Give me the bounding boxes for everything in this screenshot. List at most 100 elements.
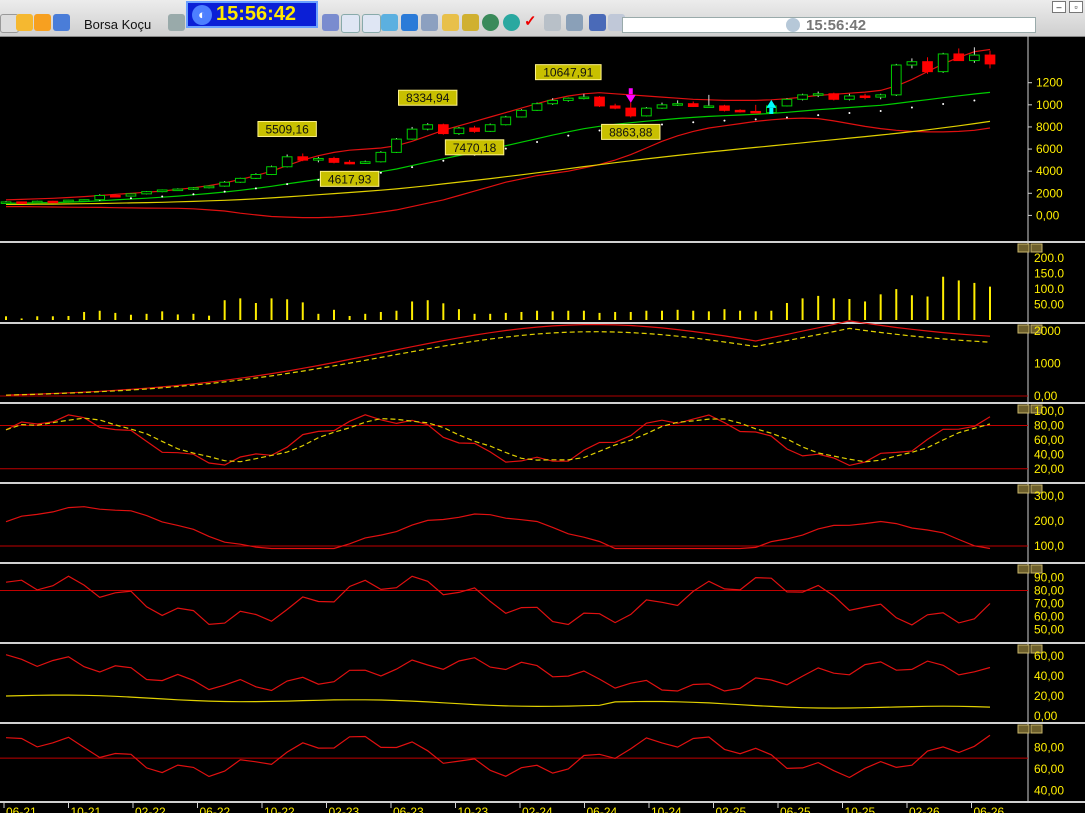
- candle: [125, 193, 137, 197]
- candle: [750, 110, 762, 114]
- restore-button[interactable]: ▫: [1069, 1, 1083, 13]
- trail-dot: [848, 112, 851, 115]
- candle: [859, 95, 871, 98]
- price-tick-label: 8000: [1036, 120, 1063, 134]
- save-icon[interactable]: [53, 14, 70, 31]
- candle: [203, 185, 215, 189]
- candle: [953, 53, 965, 62]
- clock-icon: ◐: [192, 4, 212, 25]
- candle: [547, 99, 559, 105]
- candle: [328, 157, 340, 163]
- time-axis-label: 06-26: [974, 805, 1005, 813]
- candle: [141, 191, 152, 195]
- indicator2-tick-label: 100,0: [1034, 404, 1064, 418]
- trail-dot: [567, 134, 570, 137]
- volume-tick-label: 150.0: [1034, 267, 1064, 281]
- trail-dot: [661, 123, 663, 126]
- trail-dot: [286, 183, 289, 186]
- candle: [313, 157, 324, 161]
- candle: [78, 199, 90, 202]
- candle: [516, 109, 527, 118]
- indicator4-line: [5, 575, 991, 626]
- candle: [656, 104, 668, 109]
- trail-dot: [879, 109, 882, 112]
- candle: [984, 54, 996, 65]
- time-axis-label: 06-21: [6, 805, 37, 813]
- candle: [625, 107, 637, 117]
- pane-settings-button[interactable]: [1017, 243, 1030, 253]
- trail-dot: [129, 197, 132, 200]
- clock-box: ◐ 15:56:42: [186, 1, 318, 28]
- pane-settings-button[interactable]: [1017, 484, 1030, 494]
- minimize-button[interactable]: –: [1052, 1, 1066, 13]
- trail-dot: [910, 106, 913, 109]
- price-tick-label: 4000: [1036, 164, 1063, 178]
- candle: [734, 109, 746, 113]
- check-icon[interactable]: ✓: [524, 14, 541, 31]
- news-icon[interactable]: [401, 14, 418, 31]
- pane-settings-button[interactable]: [1017, 324, 1030, 334]
- indicator5-line: [5, 654, 991, 692]
- portfolio-icon[interactable]: [566, 14, 583, 31]
- trail-dot: [161, 195, 164, 198]
- chart-type-icon[interactable]: [322, 14, 339, 31]
- indicator4-tick-label: 50,00: [1034, 623, 1064, 637]
- trail-dot: [192, 193, 195, 196]
- alert-icon[interactable]: [421, 14, 438, 31]
- price-tick-label: 6000: [1036, 142, 1063, 156]
- candle: [484, 124, 496, 132]
- time-axis-label: 02-24: [522, 805, 553, 813]
- folder-icon[interactable]: [16, 14, 33, 31]
- trail-dot: [442, 159, 445, 162]
- price-annotation: 5509,16: [265, 122, 309, 136]
- candle: [844, 95, 855, 100]
- app-title: Borsa Koçu: [84, 17, 152, 32]
- indicator4-tick-label: 80,00: [1034, 584, 1064, 598]
- time-axis-label: 02-26: [909, 805, 940, 813]
- globe-icon[interactable]: [482, 14, 499, 31]
- buy-arrow-icon: [766, 99, 777, 108]
- grid-icon[interactable]: [362, 14, 381, 33]
- clock-secondary: 15:56:42: [806, 17, 867, 34]
- indicator3-line: [5, 506, 991, 550]
- volume-tick-label: 50.00: [1034, 298, 1064, 312]
- network-icon[interactable]: [503, 14, 520, 31]
- trail-dot: [942, 102, 945, 105]
- trail-dot: [379, 171, 382, 174]
- pane-settings-button[interactable]: [1017, 564, 1030, 574]
- scales-icon[interactable]: [544, 14, 561, 31]
- candle: [719, 105, 730, 111]
- indicator3-tick-label: 100,0: [1034, 539, 1064, 553]
- candle: [281, 156, 293, 168]
- pane-settings-button[interactable]: [1017, 644, 1030, 654]
- indicator6-line: [5, 734, 991, 779]
- pane-settings-button[interactable]: [1017, 724, 1030, 734]
- indicator2-tick-label: 40,00: [1034, 447, 1064, 461]
- candle: [219, 181, 231, 187]
- pane-close-button[interactable]: [1030, 724, 1043, 734]
- indicator4-tick-label: 70,00: [1034, 597, 1064, 611]
- desktop-icon[interactable]: [589, 14, 606, 31]
- price-annotation: 8863,88: [609, 125, 653, 139]
- trail-dot: [598, 129, 601, 132]
- open-icon[interactable]: [34, 14, 51, 31]
- indicator-icon[interactable]: [381, 14, 398, 31]
- candle: [922, 61, 933, 73]
- indicator6-tick-label: 80,00: [1034, 740, 1064, 754]
- time-axis-label: 02-23: [329, 805, 360, 813]
- indicator3-tick-label: 300,0: [1034, 489, 1064, 503]
- candle: [797, 94, 808, 100]
- candle: [672, 103, 683, 106]
- indicator2-tick-label: 20,00: [1034, 462, 1064, 476]
- time-axis-label: 02-25: [716, 805, 747, 813]
- coins-icon[interactable]: [462, 14, 479, 31]
- candle: [687, 103, 699, 107]
- trail-dot: [317, 178, 320, 181]
- money-icon[interactable]: [442, 14, 459, 31]
- table-icon[interactable]: [341, 14, 360, 33]
- pane-settings-button[interactable]: [1017, 404, 1030, 414]
- print-icon[interactable]: [168, 14, 185, 31]
- candle: [469, 127, 480, 132]
- candle: [437, 124, 449, 135]
- time-axis-label: 02-22: [135, 805, 166, 813]
